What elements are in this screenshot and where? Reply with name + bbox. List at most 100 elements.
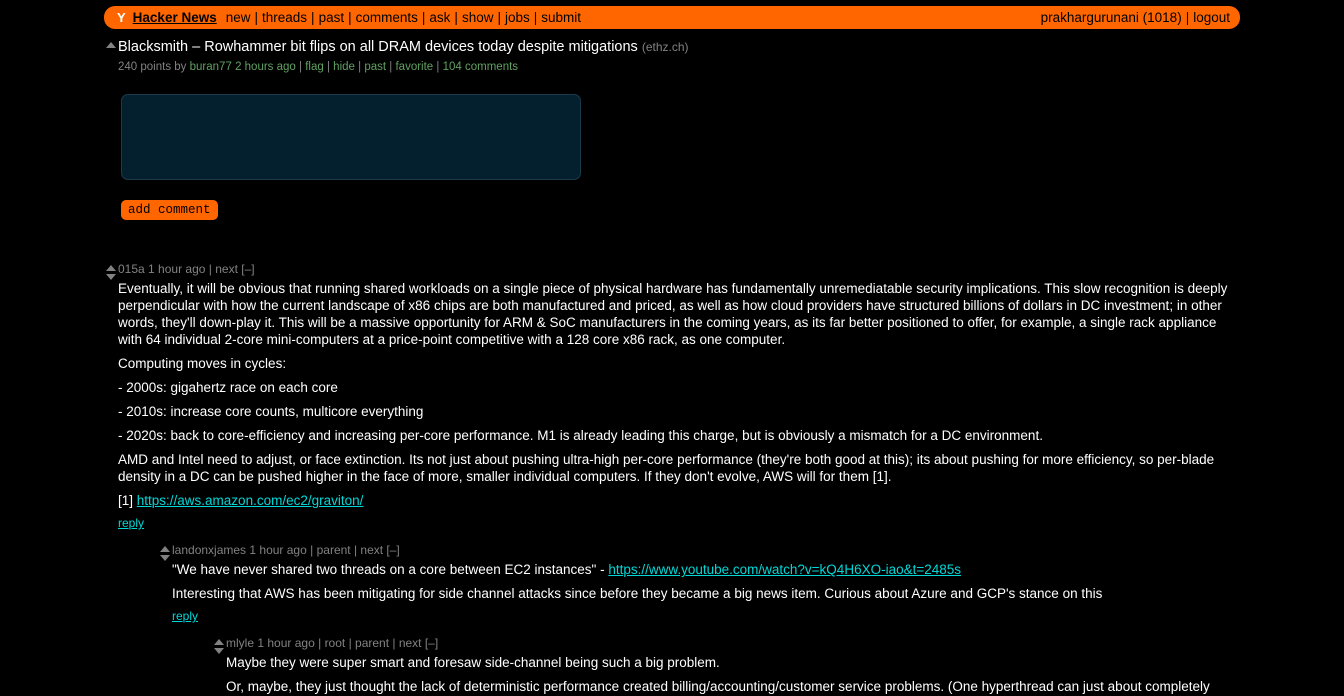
comment-reply-link[interactable]: reply (172, 609, 198, 623)
quote-source-link[interactable]: https://www.youtube.com/watch?v=kQ4H6XO-… (608, 562, 961, 577)
nav-item-ask[interactable]: ask (429, 10, 450, 25)
story-past-link[interactable]: past (364, 61, 386, 73)
comment-tree: 015a 1 hour ago | next [–] Eventually, i… (104, 262, 1240, 696)
comment-body: landonxjames 1 hour ago | parent | next … (172, 543, 1240, 696)
comment-paragraph: - 2020s: back to core-efficiency and inc… (118, 428, 1043, 443)
comment-meta-separator: | (208, 262, 212, 276)
upvote-arrow-icon[interactable] (160, 546, 170, 552)
comment-text: "We have never shared two threads on a c… (172, 561, 1240, 602)
story-by-label: by (174, 61, 187, 73)
comment-vote-column (212, 636, 226, 654)
comment-time-link[interactable]: 1 hour ago (249, 543, 306, 557)
user-area: prakhargurunani (1018) | logout (1041, 10, 1230, 25)
comment-meta-separator: | (310, 543, 314, 557)
story-favorite-link[interactable]: favorite (395, 61, 433, 73)
comment-meta-separator: | (318, 636, 322, 650)
footnote-link[interactable]: https://aws.amazon.com/ec2/graviton/ (137, 493, 364, 508)
upvote-arrow-icon[interactable] (106, 265, 116, 271)
subtext-separator: | (389, 61, 393, 73)
comment-body: 015a 1 hour ago | next [–] Eventually, i… (118, 262, 1240, 696)
story-flag-link[interactable]: flag (305, 61, 324, 73)
nav-separator: | (311, 10, 315, 25)
story-vote-column (104, 38, 118, 48)
nav-item-jobs[interactable]: jobs (505, 10, 530, 25)
comment-form: add comment (104, 94, 1240, 220)
comment-time-link[interactable]: 1 hour ago (257, 636, 314, 650)
comment-paragraph: Or, maybe, they just thought the lack of… (226, 679, 1210, 694)
story-item: Blacksmith – Rowhammer bit flips on all … (104, 38, 1240, 74)
header-wrap: Y Hacker News new | threads | past | com… (0, 0, 1344, 29)
nav-separator: | (348, 10, 352, 25)
nav-separator: | (533, 10, 538, 25)
comment-item: landonxjames 1 hour ago | parent | next … (158, 543, 1240, 696)
comment-paragraph: Interesting that AWS has been mitigating… (172, 586, 1103, 601)
nav-item-new[interactable]: new (226, 10, 251, 25)
comment-paragraph: Eventually, it will be obvious that runn… (118, 281, 1228, 347)
comment-time-link[interactable]: 1 hour ago (148, 262, 205, 276)
nav-separator: | (254, 10, 259, 25)
comment-input[interactable] (121, 94, 581, 180)
comment-author-link[interactable]: landonxjames (172, 543, 246, 557)
comment-header: landonxjames 1 hour ago | parent | next … (172, 543, 1240, 558)
comment-footnote: [1] https://aws.amazon.com/ec2/graviton/ (118, 492, 1240, 509)
story-domain[interactable]: (ethz.ch) (642, 40, 689, 54)
comment-next-link[interactable]: next [–] (215, 262, 254, 276)
story-time-link[interactable]: 2 hours ago (235, 61, 296, 73)
downvote-arrow-icon[interactable] (106, 274, 116, 280)
subtext-separator: | (436, 61, 440, 73)
story-hide-link[interactable]: hide (333, 61, 355, 73)
comment-paragraph: Computing moves in cycles: (118, 356, 287, 371)
comment-body: mlyle 1 hour ago | root | parent | next … (226, 636, 1240, 696)
nav-separator: | (1185, 10, 1190, 25)
comment-text: Maybe they were super smart and foresaw … (226, 654, 1240, 696)
comment-author-link[interactable]: 015a (118, 262, 145, 276)
comment-nav-links[interactable]: root | parent | next [–] (325, 636, 439, 650)
comment-author-link[interactable]: mlyle (226, 636, 254, 650)
story-author-link[interactable]: buran77 (190, 61, 232, 73)
nav-item-submit[interactable]: submit (541, 10, 581, 25)
comment-vote-column (104, 262, 118, 280)
nav-item-show[interactable]: show (462, 10, 494, 25)
comment-header: 015a 1 hour ago | next [–] (118, 262, 1240, 277)
downvote-arrow-icon[interactable] (214, 648, 224, 654)
primary-nav: new | threads | past | comments | ask | … (226, 10, 581, 25)
comment-header: mlyle 1 hour ago | root | parent | next … (226, 636, 1240, 651)
story-subtext: 240 points by buran77 2 hours ago | flag… (118, 60, 1240, 74)
story-title-link[interactable]: Blacksmith – Rowhammer bit flips on all … (118, 39, 638, 55)
quote-text: "We have never shared two threads on a c… (172, 562, 609, 577)
comment-item: 015a 1 hour ago | next [–] Eventually, i… (104, 262, 1240, 696)
comment-paragraph: AMD and Intel need to adjust, or face ex… (118, 452, 1215, 484)
subtext-separator: | (299, 61, 303, 73)
nav-item-threads[interactable]: threads (262, 10, 307, 25)
nav-separator: | (497, 10, 501, 25)
upvote-arrow-icon[interactable] (106, 42, 116, 48)
nav-item-past[interactable]: past (319, 10, 345, 25)
comment-paragraph: - 2010s: increase core counts, multicore… (118, 404, 424, 419)
site-header: Y Hacker News new | threads | past | com… (104, 6, 1240, 29)
subtext-separator: | (326, 61, 330, 73)
story-body: Blacksmith – Rowhammer bit flips on all … (118, 38, 1240, 74)
add-comment-button[interactable]: add comment (121, 200, 218, 220)
upvote-arrow-icon[interactable] (214, 639, 224, 645)
story-points: 240 points (118, 61, 172, 73)
hn-logo-icon[interactable]: Y (117, 11, 126, 24)
downvote-arrow-icon[interactable] (160, 555, 170, 561)
nav-item-comments[interactable]: comments (356, 10, 418, 25)
comment-reply-link[interactable]: reply (118, 516, 144, 530)
site-title-link[interactable]: Hacker News (133, 10, 217, 25)
comment-paragraph: - 2000s: gigahertz race on each core (118, 380, 338, 395)
comment-paragraph: Maybe they were super smart and foresaw … (226, 655, 720, 670)
comment-vote-column (158, 543, 172, 561)
logout-link[interactable]: logout (1193, 10, 1230, 25)
user-profile-link[interactable]: prakhargurunani (1018) (1041, 10, 1182, 25)
comment-nav-links[interactable]: parent | next [–] (317, 543, 400, 557)
comment-quote-paragraph: "We have never shared two threads on a c… (172, 561, 1240, 578)
nav-separator: | (421, 10, 426, 25)
footnote-marker: [1] (118, 493, 137, 508)
subtext-separator: | (358, 61, 362, 73)
story-title-line: Blacksmith – Rowhammer bit flips on all … (118, 38, 1240, 56)
comment-item: mlyle 1 hour ago | root | parent | next … (212, 636, 1240, 696)
main-content: Blacksmith – Rowhammer bit flips on all … (0, 38, 1344, 696)
nav-separator: | (454, 10, 458, 25)
story-comments-link[interactable]: 104 comments (443, 61, 518, 73)
